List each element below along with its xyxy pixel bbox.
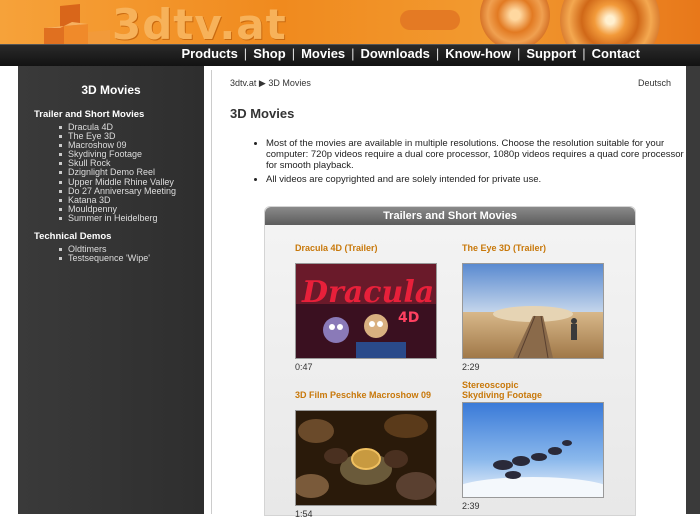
video-thumbnail-skydiving[interactable] (462, 402, 604, 498)
site-logo-text[interactable]: 3dtv.at (112, 0, 287, 49)
lens-decoration-icon (400, 10, 460, 30)
nav-know-how[interactable]: Know-how (445, 46, 511, 61)
left-gutter (0, 66, 18, 514)
sidebar-section-heading: Technical Demos (34, 231, 112, 242)
breadcrumb: 3dtv.at ▶ 3D Movies (230, 78, 311, 89)
lens-decoration-icon (480, 0, 550, 50)
sidebar-item[interactable]: Testsequence 'Wipe' (59, 253, 150, 263)
video-thumbnail-eye[interactable] (462, 263, 604, 359)
nav-support[interactable]: Support (526, 46, 576, 61)
main-content: 3dtv.at ▶ 3D Movies Deutsch 3D Movies Mo… (211, 70, 687, 519)
info-item: Most of the movies are available in mult… (266, 138, 686, 171)
nav-contact[interactable]: Contact (592, 46, 640, 61)
sidebar-title: 3D Movies (81, 83, 141, 97)
nav-products[interactable]: Products (181, 46, 237, 61)
nav-downloads[interactable]: Downloads (361, 46, 430, 61)
breadcrumb-separator-icon: ▶ (258, 78, 266, 88)
trailers-panel: Trailers and Short Movies Dracula 4D (Tr… (264, 206, 636, 519)
panel-title: Trailers and Short Movies (265, 207, 635, 225)
nav-shop[interactable]: Shop (253, 46, 286, 61)
video-item: 3D Film Peschke Macroshow 09 1:54 (295, 390, 440, 519)
info-item: All videos are copyrighted and are solel… (266, 174, 686, 185)
video-title[interactable]: The Eye 3D (Trailer) (462, 243, 607, 263)
sidebar-list-trailers: Dracula 4D The Eye 3D Macroshow 09 Skydi… (58, 122, 176, 223)
video-item: Stereoscopic Skydiving Footage 2:39 (462, 380, 607, 511)
video-title[interactable]: 3D Film Peschke Macroshow 09 (295, 390, 440, 410)
site-header: 3dtv.at Products | Shop | Movies | Downloads | K… (0, 0, 700, 66)
video-duration: 2:39 (462, 501, 480, 511)
sidebar-list-tech-demos: Oldtimers Testsequence 'Wipe' (59, 244, 150, 263)
right-strip (686, 66, 700, 514)
info-list: Most of the movies are available in mult… (252, 138, 686, 188)
video-duration: 0:47 (295, 362, 313, 372)
svg-text:4D: 4D (398, 310, 419, 326)
sidebar: 3D Movies Trailer and Short Movies Dracu… (18, 66, 204, 514)
svg-text:Dracula: Dracula (301, 275, 434, 310)
video-thumbnail-dracula[interactable]: Dracula 4D (295, 263, 437, 359)
nav-movies[interactable]: Movies (301, 46, 345, 61)
sidebar-section-heading: Trailer and Short Movies (34, 109, 145, 120)
breadcrumb-current: 3D Movies (268, 78, 311, 88)
video-thumbnail-macroshow[interactable] (295, 410, 437, 506)
sidebar-item[interactable]: Summer in Heidelberg (58, 213, 176, 223)
language-switch[interactable]: Deutsch (638, 78, 671, 88)
video-duration: 2:29 (462, 362, 480, 372)
video-title[interactable]: Dracula 4D (Trailer) (295, 243, 440, 263)
video-duration: 1:54 (295, 509, 313, 519)
main-nav: Products | Shop | Movies | Downloads | Know-how |… (181, 46, 640, 61)
video-item: The Eye 3D (Trailer) 2:29 (462, 243, 607, 372)
video-item: Dracula 4D (Trailer) Dracula 4D 0:47 (295, 243, 440, 372)
video-title[interactable]: Stereoscopic Skydiving Footage (462, 380, 607, 402)
breadcrumb-home[interactable]: 3dtv.at (230, 78, 256, 88)
page-title: 3D Movies (230, 106, 295, 121)
